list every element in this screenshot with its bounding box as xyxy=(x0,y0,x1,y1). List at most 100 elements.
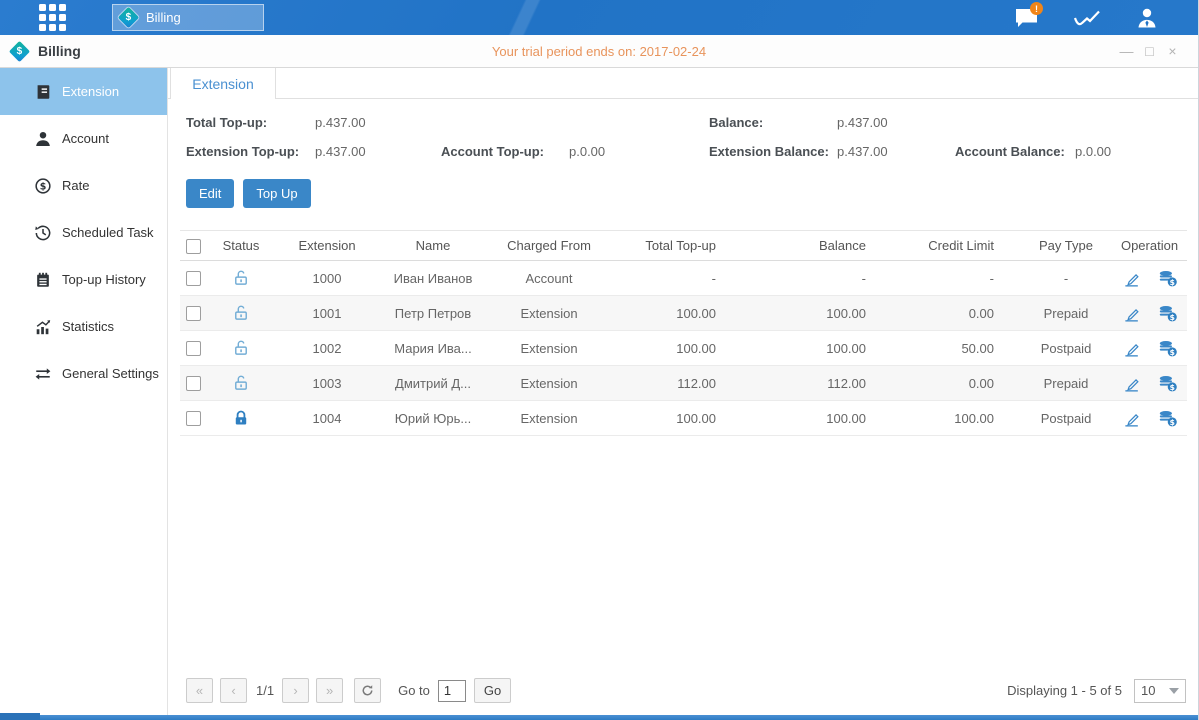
account-topup-label: Account Top-up: xyxy=(441,144,569,159)
extension-cell: 1002 xyxy=(272,331,382,366)
window-titlebar: $ Billing Your trial period ends on: 201… xyxy=(0,35,1198,68)
name-cell: Мария Ива... xyxy=(382,331,484,366)
pay-type-cell: - xyxy=(1020,261,1112,296)
dollar-circle-icon: $ xyxy=(33,176,52,195)
pay-type-cell: Prepaid xyxy=(1020,296,1112,331)
column-header[interactable]: Charged From xyxy=(484,231,614,261)
maximize-icon[interactable]: □ xyxy=(1138,43,1161,59)
notifications-button[interactable]: ! xyxy=(1006,0,1048,35)
balance-cell: 100.00 xyxy=(742,296,892,331)
taskbar-tab-billing[interactable]: $ Billing xyxy=(112,4,264,31)
topup-icon[interactable]: $ xyxy=(1157,339,1178,358)
sidebar-item-label: Rate xyxy=(62,178,89,193)
balance-cell: 100.00 xyxy=(742,401,892,436)
topup-icon[interactable]: $ xyxy=(1157,269,1178,288)
table-row[interactable]: 1001 Петр Петров Extension 100.00 100.00… xyxy=(180,296,1187,331)
minimize-icon[interactable]: — xyxy=(1115,43,1138,59)
name-cell: Петр Петров xyxy=(382,296,484,331)
sidebar-item-topup-history[interactable]: Top-up History xyxy=(0,256,167,303)
select-all-checkbox[interactable] xyxy=(186,239,201,254)
column-header[interactable]: Status xyxy=(210,231,272,261)
user-icon xyxy=(1135,6,1159,30)
total-topup-cell: 100.00 xyxy=(614,331,742,366)
notification-badge: ! xyxy=(1030,2,1043,15)
sidebar-item-rate[interactable]: $ Rate xyxy=(0,162,167,209)
extension-topup-label: Extension Top-up: xyxy=(186,144,315,159)
charged-from-cell: Extension xyxy=(484,331,614,366)
extension-table: StatusExtensionNameCharged FromTotal Top… xyxy=(180,230,1187,436)
page-size-select[interactable]: 10 xyxy=(1134,679,1186,703)
resource-monitor-button[interactable] xyxy=(1066,0,1108,35)
row-checkbox[interactable] xyxy=(186,341,201,356)
charged-from-cell: Account xyxy=(484,261,614,296)
sidebar-item-statistics[interactable]: Statistics xyxy=(0,303,167,350)
last-page-icon[interactable]: » xyxy=(316,678,343,703)
column-header[interactable]: Name xyxy=(382,231,484,261)
sidebar-item-label: Statistics xyxy=(62,319,114,334)
row-checkbox[interactable] xyxy=(186,306,201,321)
sidebar-item-extension[interactable]: Extension xyxy=(0,68,167,115)
table-row[interactable]: 1000 Иван Иванов Account - - - - $ xyxy=(180,261,1187,296)
user-account-button[interactable] xyxy=(1126,0,1168,35)
unlocked-icon xyxy=(232,339,250,354)
column-header[interactable]: Extension xyxy=(272,231,382,261)
edit-icon[interactable] xyxy=(1122,409,1141,426)
edit-icon[interactable] xyxy=(1122,304,1141,321)
ledger-icon xyxy=(33,82,52,101)
column-header[interactable]: Total Top-up xyxy=(614,231,742,261)
edit-icon[interactable] xyxy=(1122,339,1141,356)
sliders-icon xyxy=(33,364,52,383)
top-up-button[interactable]: Top Up xyxy=(243,179,310,208)
table-row[interactable]: 1002 Мария Ива... Extension 100.00 100.0… xyxy=(180,331,1187,366)
tab-extension[interactable]: Extension xyxy=(170,68,276,99)
app-window: $ Billing ! xyxy=(0,0,1199,720)
unlocked-icon xyxy=(232,304,250,319)
topup-icon[interactable]: $ xyxy=(1157,409,1178,428)
os-taskbar-corner xyxy=(0,713,40,720)
extension-topup-value: p.437.00 xyxy=(315,144,441,159)
taskbar-tab-label: Billing xyxy=(146,10,181,25)
sidebar-item-scheduled-task[interactable]: Scheduled Task xyxy=(0,209,167,256)
svg-text:$: $ xyxy=(1169,382,1174,391)
extension-table-wrap: StatusExtensionNameCharged FromTotal Top… xyxy=(168,208,1198,436)
next-page-icon[interactable]: › xyxy=(282,678,309,703)
edit-button[interactable]: Edit xyxy=(186,179,234,208)
extension-cell: 1003 xyxy=(272,366,382,401)
tab-bar: Extension xyxy=(168,68,1198,99)
edit-icon[interactable] xyxy=(1122,269,1141,286)
go-button[interactable]: Go xyxy=(474,678,511,703)
grid-menu-icon xyxy=(39,4,66,31)
sidebar-nav: Extension Account $ Rate Scheduled Task … xyxy=(0,68,168,715)
topup-icon[interactable]: $ xyxy=(1157,304,1178,323)
window-title-group: $ Billing xyxy=(12,43,81,59)
column-header[interactable]: Balance xyxy=(742,231,892,261)
close-icon[interactable]: × xyxy=(1161,43,1184,59)
row-checkbox[interactable] xyxy=(186,271,201,286)
prev-page-icon[interactable]: ‹ xyxy=(220,678,247,703)
app-grid-button[interactable] xyxy=(30,0,74,35)
unlocked-icon xyxy=(232,269,250,284)
goto-label: Go to xyxy=(398,683,430,698)
first-page-icon[interactable]: « xyxy=(186,678,213,703)
topbar-right-icons: ! xyxy=(988,0,1168,35)
sidebar-item-account[interactable]: Account xyxy=(0,115,167,162)
goto-page-input[interactable] xyxy=(438,680,466,702)
sidebar-item-general-settings[interactable]: General Settings xyxy=(0,350,167,397)
svg-text:$: $ xyxy=(1169,347,1174,356)
refresh-button[interactable] xyxy=(354,678,381,703)
credit-limit-cell: 50.00 xyxy=(892,331,1020,366)
edit-icon[interactable] xyxy=(1122,374,1141,391)
table-row[interactable]: 1003 Дмитрий Д... Extension 112.00 112.0… xyxy=(180,366,1187,401)
topup-icon[interactable]: $ xyxy=(1157,374,1178,393)
table-header-row: StatusExtensionNameCharged FromTotal Top… xyxy=(180,231,1187,261)
column-header[interactable]: Credit Limit xyxy=(892,231,1020,261)
row-checkbox[interactable] xyxy=(186,376,201,391)
billing-app-icon: $ xyxy=(9,40,30,61)
table-row[interactable]: 1004 Юрий Юрь... Extension 100.00 100.00… xyxy=(180,401,1187,436)
sidebar-item-label: Top-up History xyxy=(62,272,146,287)
column-header[interactable]: Pay Type xyxy=(1020,231,1112,261)
column-header[interactable]: Operation xyxy=(1112,231,1187,261)
row-checkbox[interactable] xyxy=(186,411,201,426)
table-body: 1000 Иван Иванов Account - - - - $ 1001 … xyxy=(180,261,1187,436)
credit-limit-cell: - xyxy=(892,261,1020,296)
